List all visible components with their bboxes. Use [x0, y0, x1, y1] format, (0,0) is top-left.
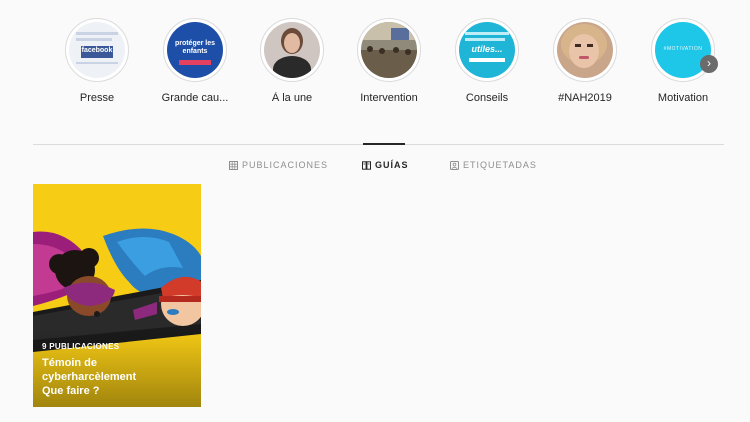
tab-label: ETIQUETADAS: [463, 160, 537, 170]
highlight-thumbnail: [557, 22, 613, 78]
guide-post-count: 9 PUBLICACIONES: [42, 342, 120, 351]
tab-publicaciones[interactable]: PUBLICACIONES: [229, 157, 328, 173]
tagged-icon: [450, 160, 459, 170]
next-highlights-button[interactable]: ›: [700, 55, 718, 73]
highlight-conseils[interactable]: utiles... Conseils: [437, 18, 537, 104]
tab-etiquetadas[interactable]: ETIQUETADAS: [450, 157, 537, 173]
tab-label: PUBLICACIONES: [242, 160, 329, 170]
tab-guias[interactable]: GUÍAS: [362, 157, 409, 173]
highlight-thumbnail: [264, 22, 320, 78]
highlight-thumb-text: utiles...: [471, 44, 503, 54]
highlight-label: Conseils: [465, 92, 509, 104]
highlight-ring: [553, 18, 617, 82]
highlight-thumbnail: facebook: [69, 22, 125, 78]
highlight-intervention[interactable]: Intervention: [339, 18, 439, 104]
highlight-motivation[interactable]: #MOTIVATION Motivation: [633, 18, 733, 104]
highlight-label: À la une: [271, 92, 313, 104]
highlight-thumbnail: [361, 22, 417, 78]
highlight-grande-cause[interactable]: protéger les enfants Grande cau...: [145, 18, 245, 104]
highlight-ring: utiles...: [455, 18, 519, 82]
grid-icon: [229, 160, 238, 170]
highlight-thumbnail: utiles...: [459, 22, 515, 78]
highlight-thumb-text: protéger les enfants: [174, 40, 216, 55]
guide-title: Témoin de cyberharcèlement Que faire ?: [42, 357, 137, 397]
highlight-thumb-text: facebook: [81, 47, 113, 54]
highlight-label: #NAH2019: [558, 92, 612, 104]
profile-tabs: PUBLICACIONES GUÍAS ETIQUETADAS: [0, 157, 750, 173]
highlight-label: Grande cau...: [161, 92, 229, 104]
highlight-label: Motivation: [657, 92, 709, 104]
highlight-thumb-text: #MOTIVATION: [663, 46, 703, 52]
highlight-presse[interactable]: facebook Presse: [47, 18, 147, 104]
highlight-nah2019[interactable]: #NAH2019: [535, 18, 635, 104]
highlight-ring: [260, 18, 324, 82]
tab-label: GUÍAS: [375, 160, 409, 170]
highlight-ring: [357, 18, 421, 82]
chevron-right-icon: ›: [707, 56, 711, 70]
highlight-ring: facebook: [65, 18, 129, 82]
active-tab-indicator: [363, 143, 405, 145]
highlight-thumbnail: protéger les enfants: [167, 22, 223, 78]
highlight-label: Intervention: [360, 92, 418, 104]
guide-icon: [362, 160, 371, 170]
highlight-label: Presse: [79, 92, 115, 104]
highlight-ring: protéger les enfants: [163, 18, 227, 82]
highlight-a-la-une[interactable]: À la une: [242, 18, 342, 104]
story-highlights-row: facebook Presse protéger les enfants Gra…: [0, 0, 750, 120]
guide-card[interactable]: 9 PUBLICACIONES Témoin de cyberharcèleme…: [33, 184, 201, 407]
